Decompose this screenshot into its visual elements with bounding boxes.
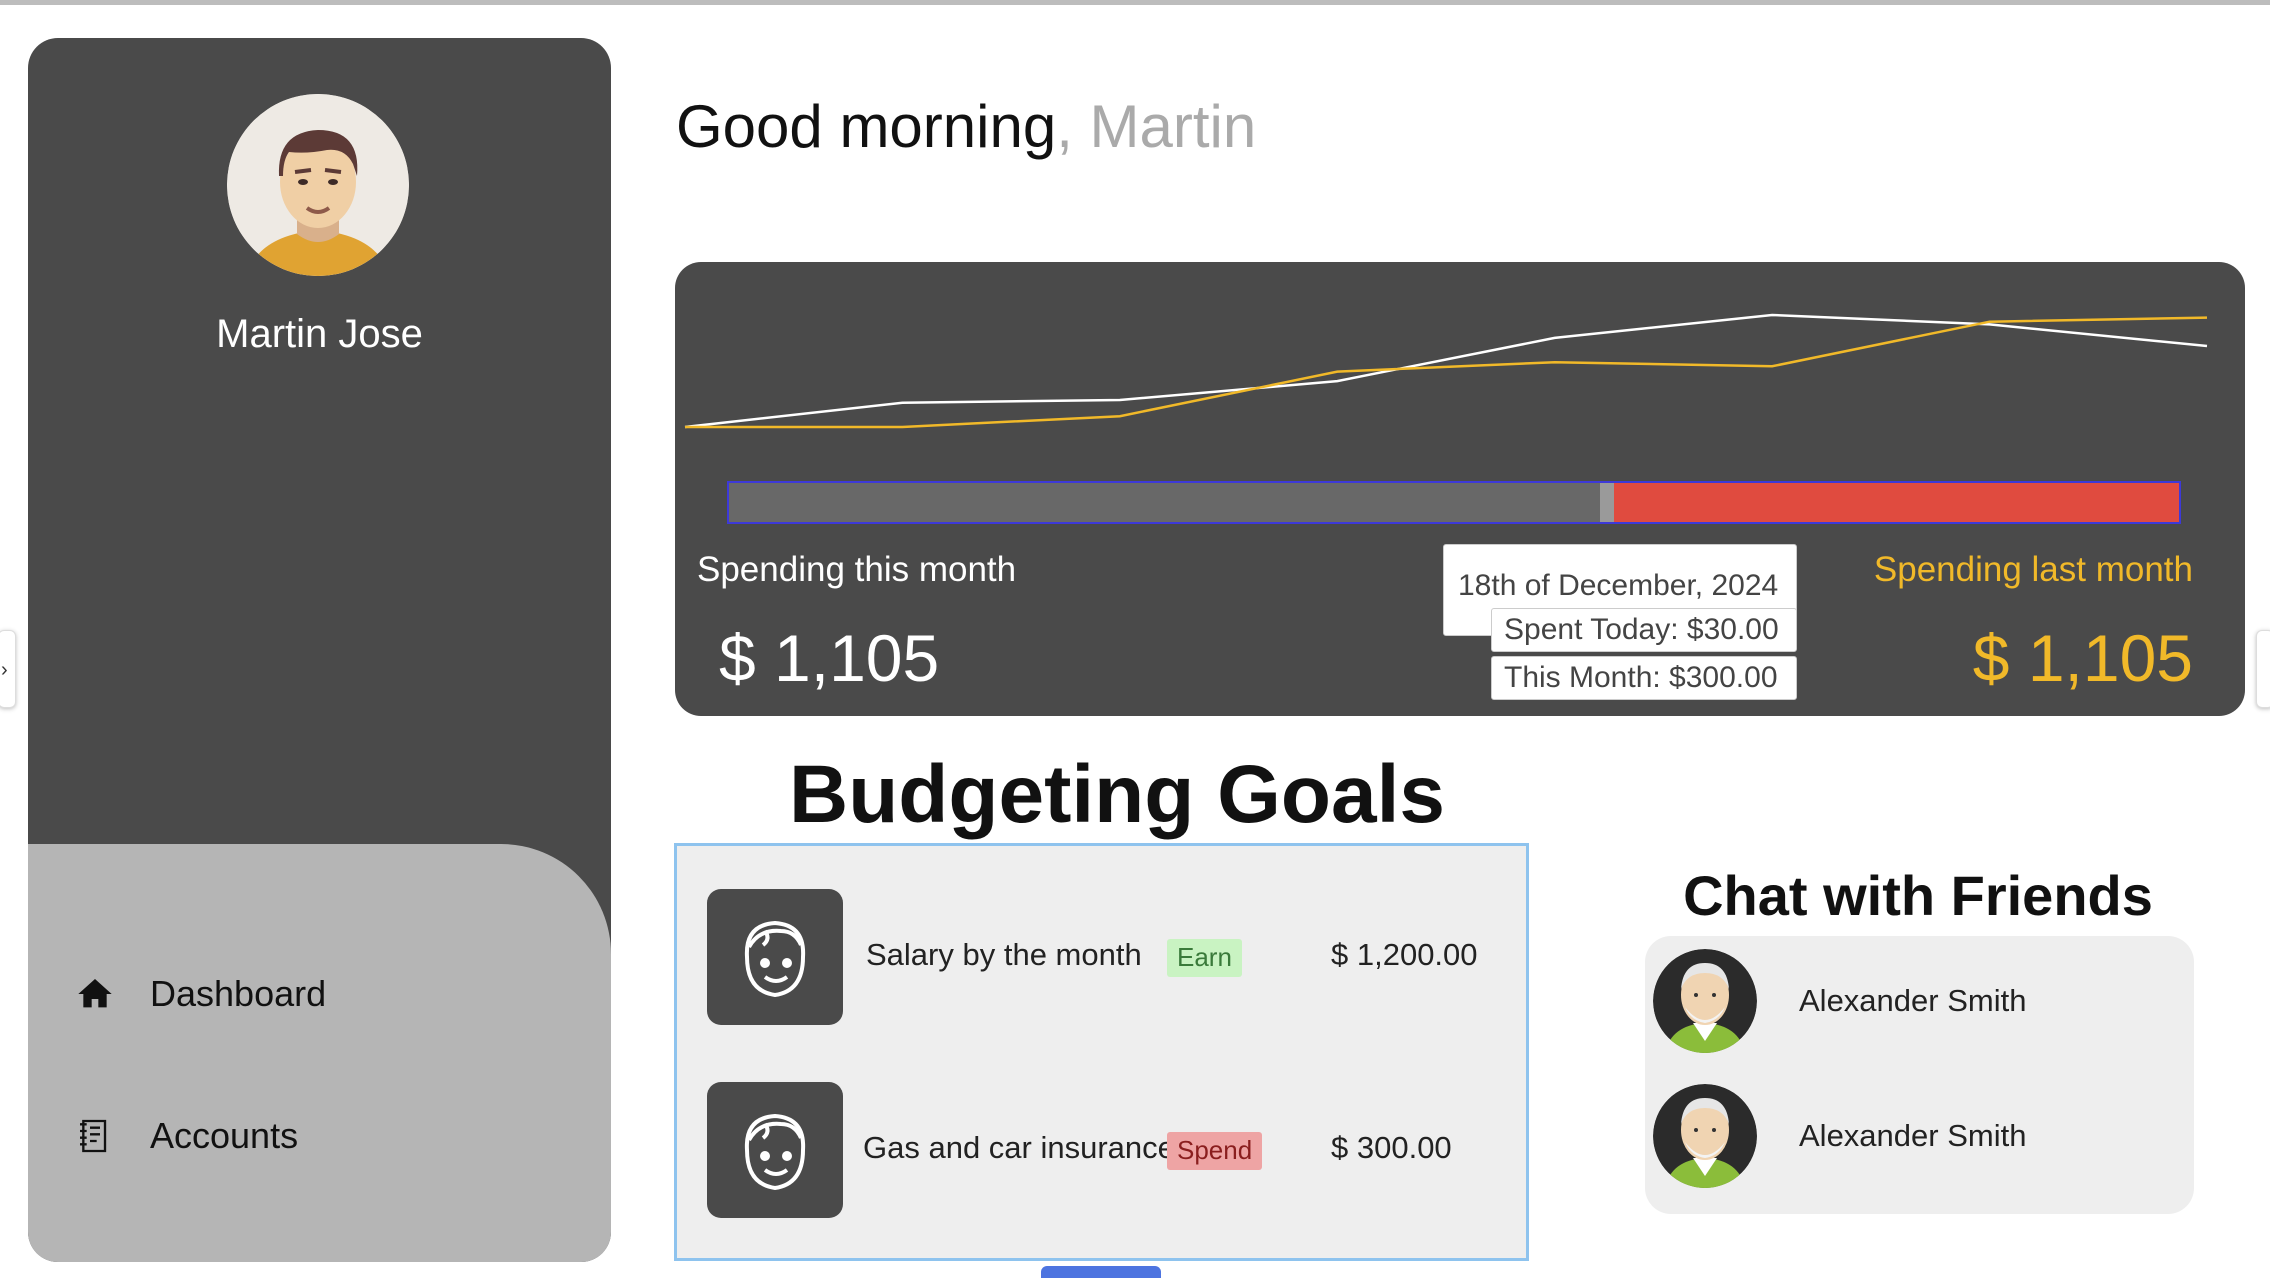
- friend-avatar: [1653, 1084, 1757, 1188]
- spending-progress-handle[interactable]: [1600, 483, 1615, 522]
- greeting-text: Good morning: [676, 93, 1057, 160]
- nav-panel: Dashboard Accounts: [28, 844, 611, 1262]
- spending-progress-bar: [727, 481, 2181, 524]
- friend-avatar: [1653, 949, 1757, 1053]
- goal-label: Gas and car insurance: [863, 1130, 1175, 1165]
- sidebar-item-dashboard[interactable]: Dashboard: [74, 964, 326, 1024]
- face-icon: [707, 889, 843, 1025]
- tooltip-this-month: This Month: $300.00: [1491, 656, 1797, 700]
- goal-row[interactable]: Salary by the month Earn $ 1,200.00: [707, 889, 1497, 1025]
- friend-list-item[interactable]: Alexander Smith: [1653, 949, 2183, 1053]
- elder-man-portrait-icon: [1653, 1084, 1757, 1188]
- friend-list-item[interactable]: Alexander Smith: [1653, 1084, 2183, 1188]
- top-divider: [0, 0, 2270, 5]
- spending-last-month-label: Spending last month: [1873, 550, 2193, 589]
- series-line-0: [684, 313, 2208, 429]
- user-avatar[interactable]: [227, 94, 409, 276]
- app-root: › Martin Jose Dashboard Accounts Good mo…: [0, 0, 2270, 1278]
- sidebar-item-label: Dashboard: [150, 973, 327, 1014]
- sidebar-item-accounts[interactable]: Accounts: [74, 1106, 298, 1166]
- chat-friends-panel: Alexander Smith Alexander Smith: [1645, 936, 2194, 1214]
- greeting-user-name: , Martin: [1056, 93, 1257, 160]
- budgeting-goals-panel: Salary by the month Earn $ 1,200.00 Gas …: [674, 843, 1529, 1261]
- home-icon: [74, 973, 116, 1015]
- scroll-indicator[interactable]: [1041, 1266, 1161, 1278]
- spending-trend-chart: [684, 313, 2208, 429]
- expand-right-handle[interactable]: [2256, 630, 2270, 708]
- expand-left-handle[interactable]: ›: [0, 630, 16, 708]
- sidebar-item-label: Accounts: [150, 1115, 299, 1156]
- spending-this-month-amount: $ 1,105: [719, 621, 940, 695]
- budgeting-goals-title: Budgeting Goals: [789, 749, 1445, 840]
- goal-amount: $ 300.00: [1331, 1130, 1452, 1165]
- spending-progress-fill: [729, 483, 1607, 522]
- user-name: Martin Jose: [216, 312, 423, 356]
- goal-label: Salary by the month: [866, 937, 1142, 972]
- tooltip-spent-today: Spent Today: $30.00: [1491, 608, 1797, 652]
- spending-card: Spending this month $ 1,105 18th of Dece…: [675, 262, 2245, 716]
- series-line-1: [685, 316, 2208, 429]
- friend-name: Alexander Smith: [1799, 983, 2027, 1018]
- goal-type-badge: Spend: [1167, 1132, 1263, 1170]
- friend-name: Alexander Smith: [1799, 1118, 2027, 1153]
- spending-last-month-amount: $ 1,105: [1972, 621, 2193, 695]
- goal-amount: $ 1,200.00: [1331, 937, 1478, 972]
- ledger-icon: [74, 1115, 116, 1157]
- goal-type-badge: Earn: [1167, 939, 1242, 977]
- chevron-right-icon: ›: [1, 659, 8, 681]
- goal-row[interactable]: Gas and car insurance Spend $ 300.00: [707, 1082, 1497, 1218]
- spending-this-month-label: Spending this month: [697, 550, 1017, 589]
- sidebar: Martin Jose Dashboard Accounts: [28, 38, 611, 1262]
- chat-title: Chat with Friends: [1683, 864, 2153, 927]
- face-icon: [707, 1082, 843, 1218]
- page-greeting: Good morning, Martin: [676, 92, 1256, 161]
- elder-man-portrait-icon: [1653, 949, 1757, 1053]
- man-portrait-icon: [227, 94, 409, 276]
